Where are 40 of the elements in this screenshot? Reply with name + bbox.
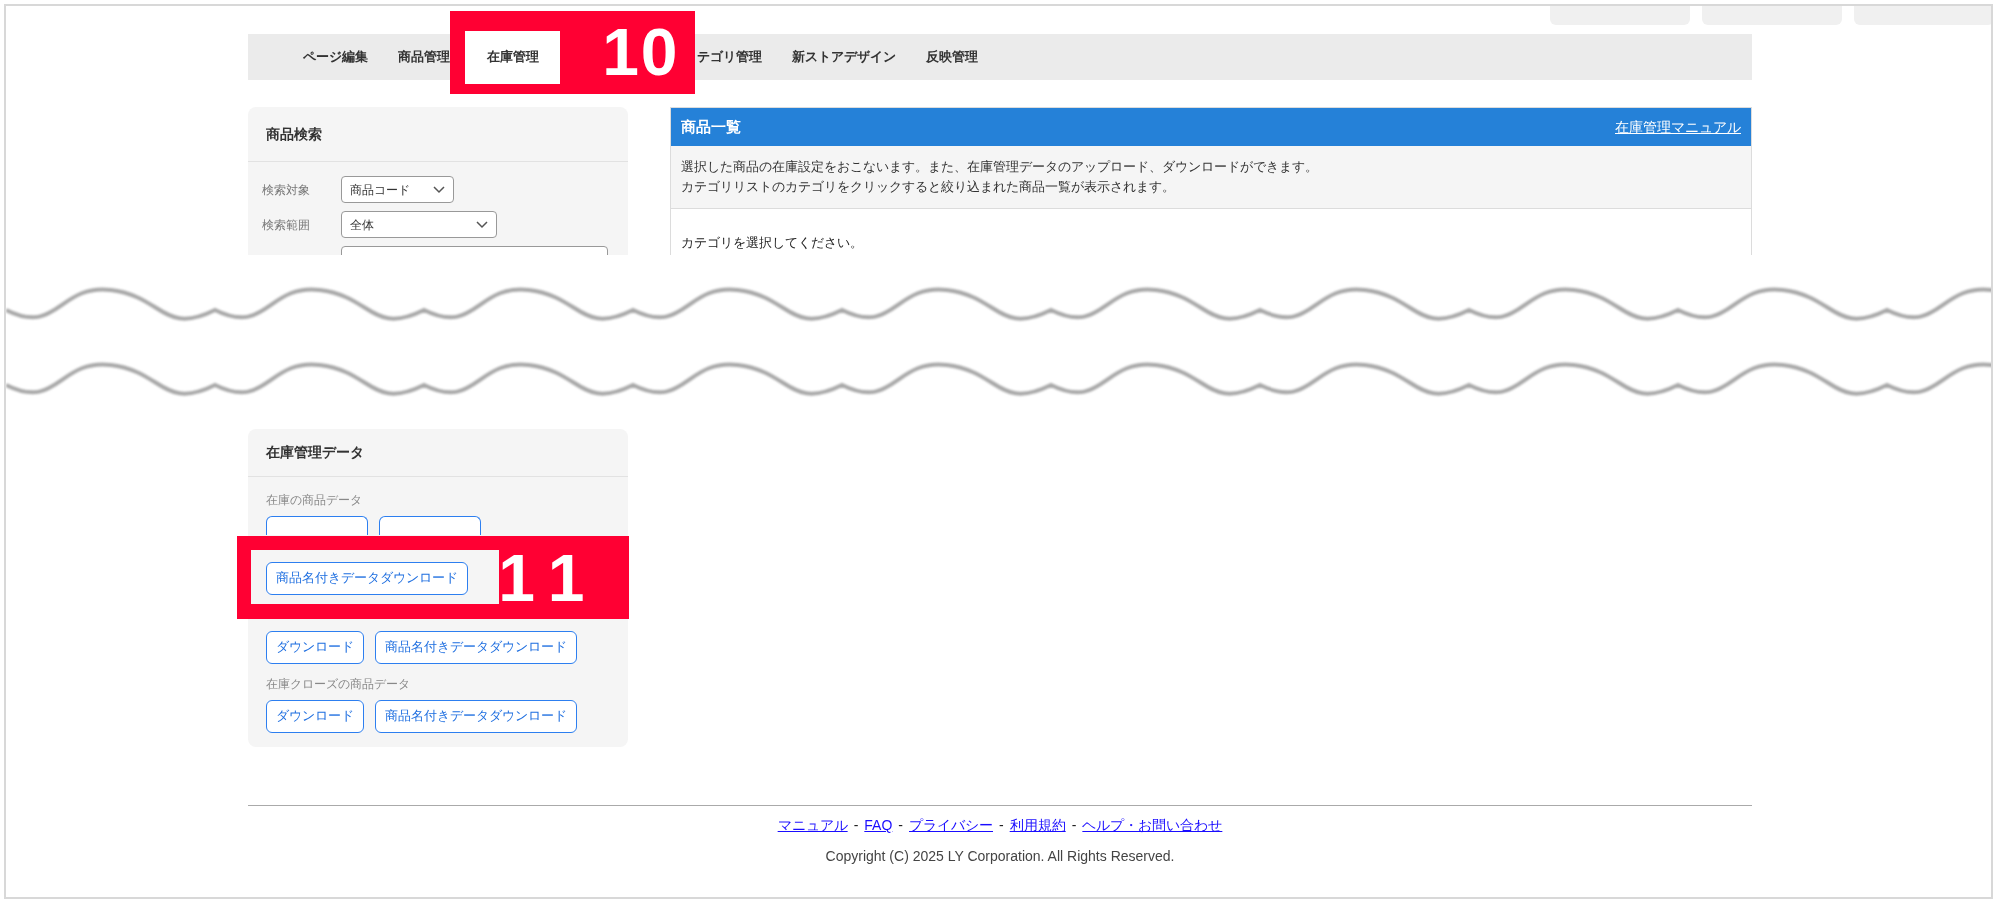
download-button[interactable]: 商品名付きデータダウンロード (375, 700, 577, 733)
panel-title: 在庫管理データ (266, 443, 364, 462)
nav-tab[interactable]: 在庫管理 (465, 30, 560, 84)
callout-number: 11 (498, 544, 601, 611)
footer-link[interactable]: FAQ (864, 815, 893, 836)
link-separator: - (999, 816, 1004, 835)
outline-button[interactable] (379, 516, 481, 535)
message-text: カテゴリを選択してください。 (681, 235, 863, 250)
download-button[interactable]: 商品名付きデータダウンロード (375, 631, 577, 664)
section-label: 在庫クローズの商品データ (266, 676, 410, 693)
panel-title: 商品検索 (266, 124, 322, 144)
select-field[interactable]: 全体 (341, 211, 497, 238)
link-separator: - (1071, 816, 1077, 835)
download-button[interactable]: ダウンロード (266, 631, 364, 664)
description-text: 選択した商品の在庫設定をおこないます。また、在庫管理データのアップロード、ダウンロードができます。 (681, 158, 1319, 176)
copyright-text: Copyright (C) 2025 LY Corporation. All Rights Reserved. (825, 847, 1175, 866)
field-label: 検索対象 (262, 181, 311, 199)
download-button[interactable]: ダウンロード (266, 700, 364, 733)
nav-tab[interactable]: 商品管理 (383, 34, 465, 80)
footer-link[interactable]: 利用規約 (1009, 815, 1066, 836)
download-button[interactable]: 商品名付きデータダウンロード (266, 562, 468, 595)
footer-link[interactable]: プライバシー (909, 815, 993, 836)
nav-tab[interactable]: ページ編集 (288, 34, 383, 80)
description-text: カテゴリリストのカテゴリをクリックすると絞り込まれた商品一覧が表示されます。 (681, 178, 1176, 196)
chevron-down-icon (476, 220, 488, 229)
link-separator: - (853, 816, 859, 835)
manual-link[interactable]: 在庫管理マニュアル (1615, 116, 1741, 138)
chevron-down-icon (433, 185, 445, 194)
select-field[interactable]: 商品コード (341, 176, 454, 203)
footer-link[interactable]: マニュアル (777, 815, 848, 836)
callout-number: 10 (602, 19, 679, 85)
panel-title: 商品一覧 (681, 116, 741, 137)
nav-tab[interactable]: 新ストアデザイン (777, 34, 911, 80)
link-separator: - (898, 816, 903, 835)
section-label: 在庫の商品データ (266, 492, 362, 509)
field-label: 検索範囲 (262, 216, 311, 234)
nav-tab[interactable]: 反映管理 (911, 34, 993, 80)
nav-tab[interactable]: テゴリ管理 (682, 34, 777, 80)
footer-link[interactable]: ヘルプ・お問い合わせ (1082, 815, 1223, 836)
outline-button[interactable] (266, 516, 368, 535)
